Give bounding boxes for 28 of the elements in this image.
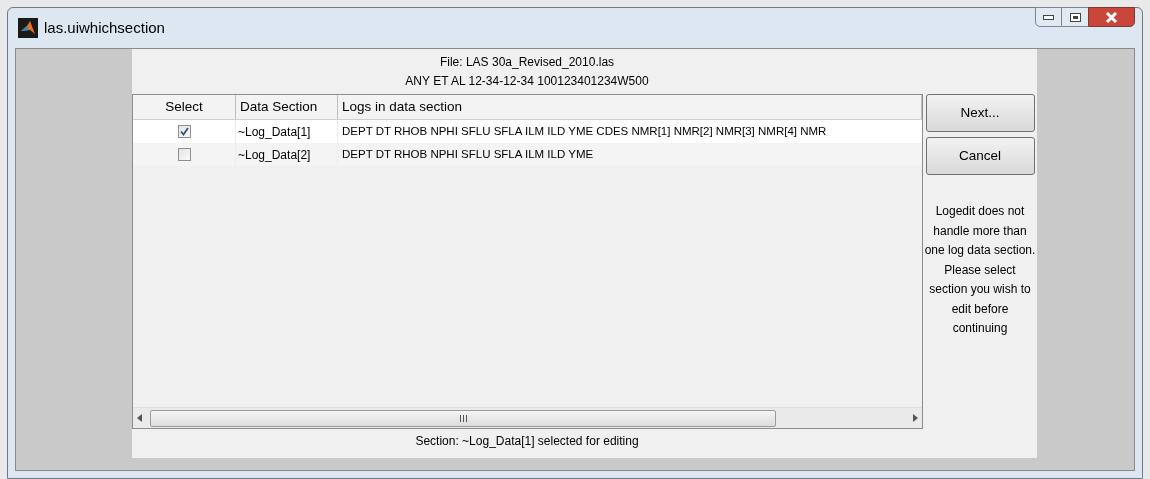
column-header[interactable]: Logs in data section (338, 95, 922, 119)
maximize-icon (1069, 12, 1081, 22)
minimize-icon (1043, 14, 1054, 20)
select-checkbox[interactable] (177, 148, 191, 161)
table-cell-text: DEPT DT RHOB NPHI SFLU SFLA ILM ILD YME (341, 146, 595, 162)
scroll-left-icon[interactable] (137, 414, 142, 422)
check-icon (179, 127, 189, 136)
file-info-text: File: LAS 30a_Revised_2010.las (439, 53, 615, 71)
grip-icon (459, 414, 467, 422)
close-icon (1105, 11, 1118, 23)
message-text: Logedit does not handle more than one log data section. Please select section you wish to edit before continuing (924, 203, 1036, 337)
column-header[interactable]: Data Section (236, 95, 338, 119)
next-button[interactable]: Next... (925, 94, 1035, 132)
table-cell-text: DEPT DT RHOB NPHI SFLU SFLA ILM ILD YME CDES NMR[1] NMR[2] NMR[3] NMR[4] NMR (341, 123, 828, 139)
horizontal-scrollbar[interactable] (133, 407, 922, 428)
cancel-button[interactable]: Cancel (925, 137, 1035, 175)
minimize-button[interactable] (1035, 7, 1062, 27)
app-logo-icon (18, 18, 38, 38)
table-cell: ~Log_Data[2] (236, 143, 338, 166)
select-checkbox[interactable] (177, 125, 191, 138)
file-info-text: ANY ET AL 12-34-12-34 100123401234W500 (405, 72, 649, 90)
status-text: Section: ~Log_Data[1] selected for editing (415, 433, 639, 450)
maximize-button[interactable] (1062, 7, 1088, 27)
column-header[interactable]: Select (133, 95, 236, 119)
close-button[interactable] (1088, 7, 1135, 27)
window-title: las.uiwhichsection (44, 17, 165, 38)
scrollbar-thumb[interactable] (150, 409, 776, 427)
scroll-right-icon[interactable] (913, 414, 918, 422)
